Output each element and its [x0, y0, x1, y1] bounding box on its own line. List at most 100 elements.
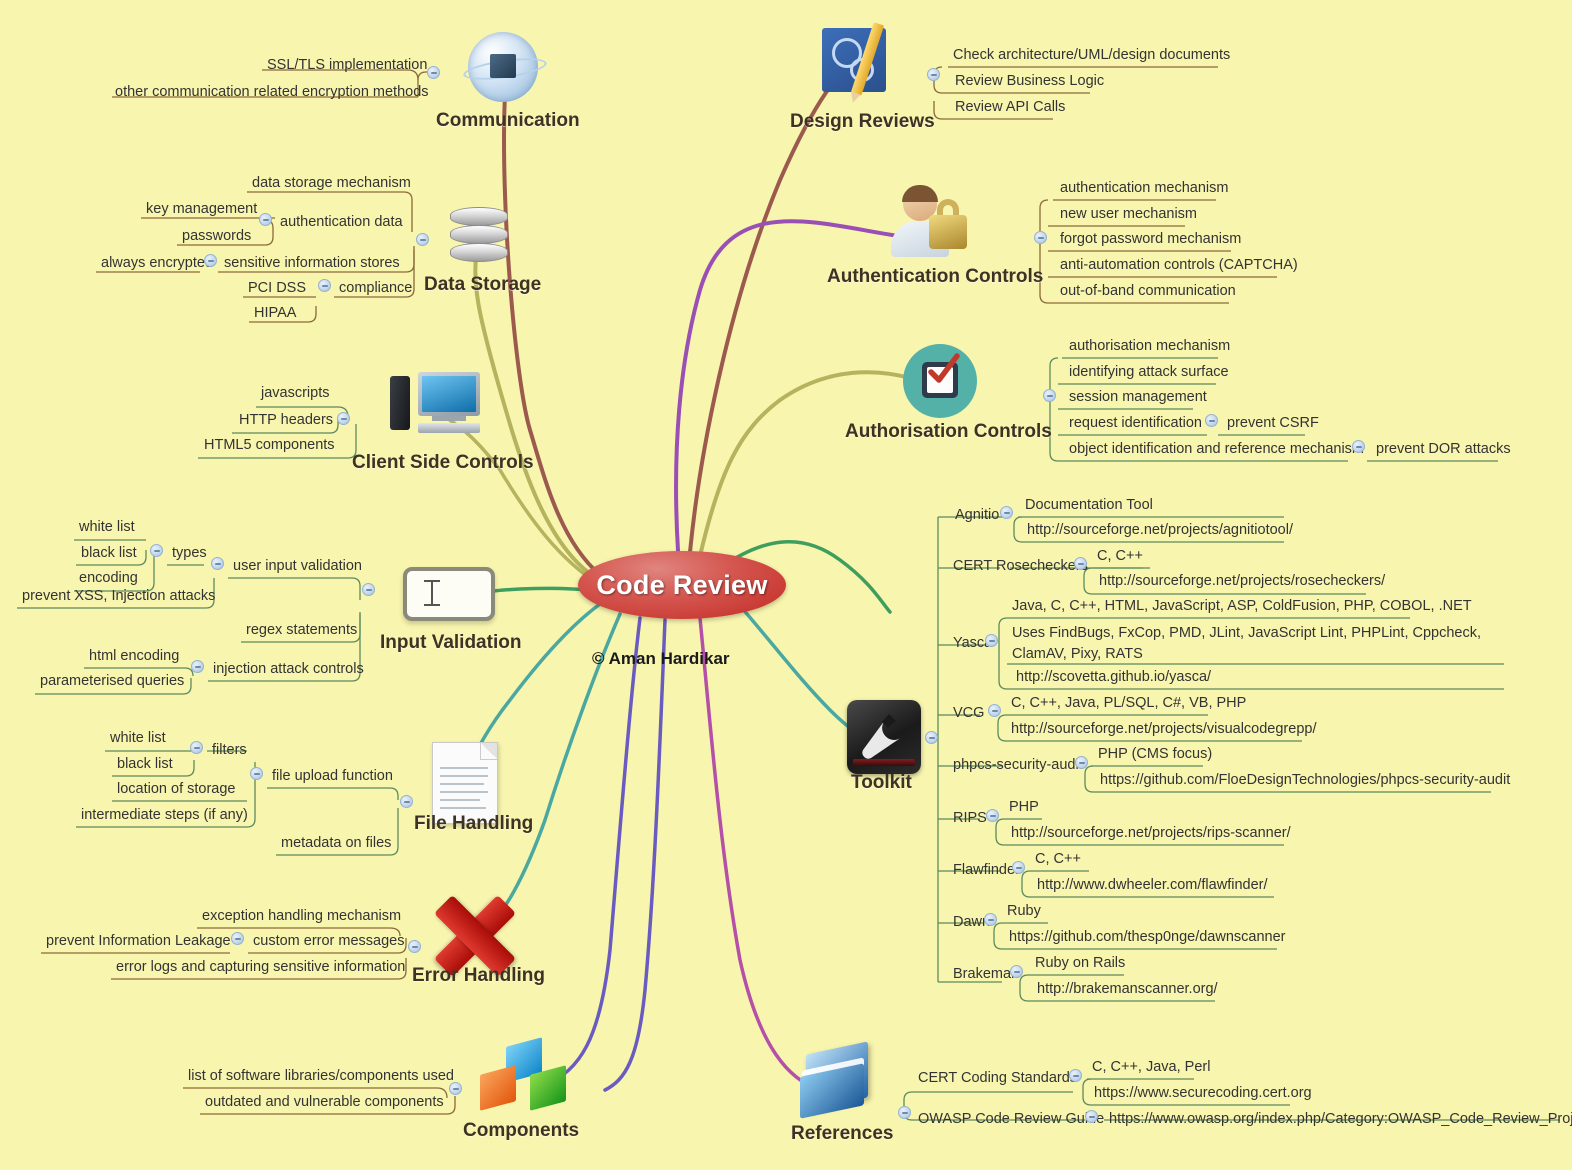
ref-url-cert[interactable]: https://www.securecoding.cert.org	[1089, 1083, 1317, 1105]
leaf-ssl-tls[interactable]: SSL/TLS implementation	[262, 55, 432, 77]
collapse-bubble-components[interactable]	[449, 1082, 462, 1095]
leaf-error-logs-sensitive-info[interactable]: error logs and capturing sensitive infor…	[111, 957, 410, 979]
leaf-new-user-mechanism[interactable]: new user mechanism	[1055, 204, 1202, 226]
ref-name-owasp-code-review-guide[interactable]: OWASP Code Review Guide	[913, 1109, 1109, 1131]
collapse-bubble-communication[interactable]	[427, 66, 440, 79]
tool-langs-brakeman[interactable]: Ruby on Rails	[1030, 953, 1130, 975]
leaf-prevent-csrf[interactable]: prevent CSRF	[1222, 413, 1324, 435]
leaf-prevent-xss-injection[interactable]: prevent XSS, Injection attacks	[17, 586, 220, 608]
tool-url-phpcs[interactable]: https://github.com/FloeDesignTechnologie…	[1095, 770, 1515, 792]
leaf-anti-automation-captcha[interactable]: anti-automation controls (CAPTCHA)	[1055, 255, 1303, 277]
leaf-filters[interactable]: filters	[207, 740, 252, 762]
ref-langs-cert[interactable]: C, C++, Java, Perl	[1087, 1057, 1215, 1079]
leaf-compliance[interactable]: compliance	[334, 278, 417, 300]
tool-langs-dawn[interactable]: Ruby	[1002, 901, 1046, 923]
collapse-bubble-filters[interactable]	[190, 741, 203, 754]
tool-langs-agnitio[interactable]: Documentation Tool	[1020, 495, 1158, 517]
tool-url-flawfinder[interactable]: http://www.dwheeler.com/flawfinder/	[1032, 875, 1273, 897]
collapse-bubble-client-side-controls[interactable]	[337, 412, 350, 425]
leaf-outdated-vulnerable[interactable]: outdated and vulnerable components	[200, 1092, 449, 1114]
leaf-forgot-password-mechanism[interactable]: forgot password mechanism	[1055, 229, 1246, 251]
leaf-authorisation-mechanism[interactable]: authorisation mechanism	[1064, 336, 1235, 358]
collapse-bubble-rosecheckers[interactable]	[1074, 557, 1087, 570]
ref-name-cert-coding-standards[interactable]: CERT Coding Standards	[913, 1068, 1082, 1090]
leaf-injection-attack-controls[interactable]: injection attack controls	[208, 659, 369, 681]
leaf-sensitive-information-stores[interactable]: sensitive information stores	[219, 253, 405, 275]
leaf-authentication-mechanism[interactable]: authentication mechanism	[1055, 178, 1233, 200]
collapse-bubble-references[interactable]	[898, 1106, 911, 1119]
leaf-html-encoding[interactable]: html encoding	[84, 646, 184, 668]
leaf-always-encrypted[interactable]: always encrypted	[96, 253, 218, 275]
leaf-file-upload-function[interactable]: file upload function	[267, 766, 398, 788]
tool-uses-yasca[interactable]: Uses FindBugs, FxCop, PMD, JLint, JavaSc…	[1007, 622, 1519, 668]
leaf-other-encryption[interactable]: other communication related encryption m…	[110, 82, 434, 104]
leaf-exception-handling-mechanism[interactable]: exception handling mechanism	[197, 906, 406, 928]
tool-url-brakeman[interactable]: http://brakemanscanner.org/	[1032, 979, 1223, 1001]
tool-url-vcg[interactable]: http://sourceforge.net/projects/visualco…	[1006, 719, 1321, 741]
leaf-metadata-on-files[interactable]: metadata on files	[276, 833, 396, 855]
tool-name-rips[interactable]: RIPS	[948, 808, 992, 830]
root-node[interactable]: Code Review	[578, 551, 786, 619]
leaf-prevent-dor-attacks[interactable]: prevent DOR attacks	[1371, 439, 1516, 461]
tool-langs-yasca[interactable]: Java, C, C++, HTML, JavaScript, ASP, Col…	[1007, 596, 1477, 618]
collapse-bubble-authorisation-controls[interactable]	[1043, 389, 1056, 402]
collapse-bubble-custom-error-messages[interactable]	[231, 932, 244, 945]
collapse-bubble-injection-attack-controls[interactable]	[191, 660, 204, 673]
leaf-session-management[interactable]: session management	[1064, 387, 1212, 409]
collapse-bubble-input-validation[interactable]	[362, 583, 375, 596]
tool-url-yasca[interactable]: http://scovetta.github.io/yasca/	[1011, 667, 1216, 689]
collapse-bubble-vcg[interactable]	[988, 704, 1001, 717]
leaf-location-of-storage[interactable]: location of storage	[112, 779, 241, 801]
leaf-pci-dss[interactable]: PCI DSS	[243, 278, 311, 300]
collapse-bubble-file-handling[interactable]	[400, 795, 413, 808]
tool-url-rosecheckers[interactable]: http://sourceforge.net/projects/rosechec…	[1094, 571, 1390, 593]
tool-name-vcg[interactable]: VCG	[948, 703, 989, 725]
leaf-review-business-logic[interactable]: Review Business Logic	[950, 71, 1109, 93]
tool-name-agnitio[interactable]: Agnitio	[950, 505, 1004, 527]
tool-langs-rips[interactable]: PHP	[1004, 797, 1044, 819]
leaf-check-architecture[interactable]: Check architecture/UML/design documents	[948, 45, 1235, 67]
leaf-custom-error-messages[interactable]: custom error messages	[248, 931, 410, 953]
collapse-bubble-toolkit[interactable]	[925, 731, 938, 744]
collapse-bubble-yasca[interactable]	[985, 634, 998, 647]
tool-url-rips[interactable]: http://sourceforge.net/projects/rips-sca…	[1006, 823, 1296, 845]
collapse-bubble-phpcs[interactable]	[1075, 756, 1088, 769]
collapse-bubble-file-upload-function[interactable]	[250, 767, 263, 780]
tool-url-dawn[interactable]: https://github.com/thesp0nge/dawnscanner	[1004, 927, 1290, 949]
tool-name-rosecheckers[interactable]: CERT Rosecheckers	[948, 556, 1093, 578]
tool-name-phpcs[interactable]: phpcs-security-audit	[948, 755, 1088, 777]
collapse-bubble-owasp[interactable]	[1085, 1110, 1098, 1123]
collapse-bubble-authentication-data[interactable]	[259, 213, 272, 226]
leaf-data-storage-mechanism[interactable]: data storage mechanism	[247, 173, 416, 195]
leaf-user-input-validation[interactable]: user input validation	[228, 556, 367, 578]
tool-langs-flawfinder[interactable]: C, C++	[1030, 849, 1086, 871]
leaf-parameterised-queries[interactable]: parameterised queries	[35, 671, 189, 693]
leaf-http-headers[interactable]: HTTP headers	[234, 410, 338, 432]
leaf-hipaa[interactable]: HIPAA	[249, 303, 301, 325]
leaf-request-identification[interactable]: request identification	[1064, 413, 1207, 435]
leaf-black-list-fh[interactable]: black list	[112, 754, 178, 776]
collapse-bubble-brakeman[interactable]	[1010, 965, 1023, 978]
leaf-intermediate-steps[interactable]: intermediate steps (if any)	[76, 805, 253, 827]
tool-langs-vcg[interactable]: C, C++, Java, PL/SQL, C#, VB, PHP	[1006, 693, 1251, 715]
collapse-bubble-cert-coding-standards[interactable]	[1069, 1069, 1082, 1082]
collapse-bubble-object-identification[interactable]	[1352, 440, 1365, 453]
leaf-javascripts[interactable]: javascripts	[256, 383, 335, 405]
collapse-bubble-types[interactable]	[150, 544, 163, 557]
leaf-authentication-data[interactable]: authentication data	[275, 212, 408, 234]
leaf-white-list-fh[interactable]: white list	[105, 728, 171, 750]
leaf-types[interactable]: types	[167, 543, 212, 565]
collapse-bubble-design-reviews[interactable]	[927, 68, 940, 81]
leaf-prevent-information-leakage[interactable]: prevent Information Leakage	[41, 931, 236, 953]
ref-url-owasp[interactable]: https://www.owasp.org/index.php/Category…	[1104, 1109, 1572, 1131]
collapse-bubble-rips[interactable]	[986, 809, 999, 822]
leaf-black-list-iv[interactable]: black list	[76, 543, 142, 565]
tool-langs-rosecheckers[interactable]: C, C++	[1092, 546, 1148, 568]
leaf-passwords[interactable]: passwords	[177, 226, 256, 248]
leaf-key-management[interactable]: key management	[141, 199, 262, 221]
leaf-list-of-libraries[interactable]: list of software libraries/components us…	[183, 1066, 459, 1088]
leaf-review-api-calls[interactable]: Review API Calls	[950, 97, 1070, 119]
leaf-white-list-iv[interactable]: white list	[74, 517, 140, 539]
collapse-bubble-authentication-controls[interactable]	[1034, 231, 1047, 244]
leaf-out-of-band-communication[interactable]: out-of-band communication	[1055, 281, 1241, 303]
